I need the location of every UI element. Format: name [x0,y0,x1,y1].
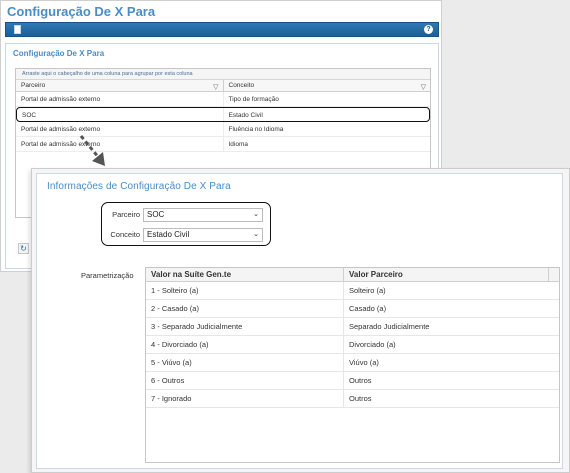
column-header-parceiro[interactable]: Parceiro ▽ [16,80,224,91]
conceito-label: Conceito [110,230,140,239]
table-row[interactable]: 6 - Outros Outros [146,372,559,390]
arrow-icon [79,135,105,166]
table-row[interactable]: 1 - Solteiro (a) Solteiro (a) [146,282,559,300]
dialog-body: Informações de Configuração De X Para Pa… [36,173,563,469]
table-row[interactable]: 3 - Separado Judicialmente Separado Judi… [146,318,559,336]
table-header: Valor na Suíte Gen.te Valor Parceiro [146,268,559,282]
table-row[interactable]: 4 - Divorciado (a) Divorciado (a) [146,336,559,354]
grid-header: Parceiro ▽ Conceito ▽ [16,80,430,92]
column-header-valor-suite[interactable]: Valor na Suíte Gen.te [146,268,344,281]
document-icon[interactable] [14,25,21,34]
app-title: Configuração De X Para [7,4,156,19]
chevron-down-icon: ⌄ [253,231,259,238]
conceito-select[interactable]: Estado Civil ⌄ [143,228,263,242]
table-row[interactable]: 2 - Casado (a) Casado (a) [146,300,559,318]
filter-icon[interactable]: ▽ [213,82,218,94]
table-row-selected[interactable]: SOC Estado Civil [16,107,430,122]
panel-title: Configuração De X Para [13,49,105,58]
parametrizacao-label: Parametrização [81,271,134,280]
dialog-title: Informações de Configuração De X Para [47,181,231,192]
table-row[interactable]: 7 - Ignorado Outros [146,390,559,408]
toolbar: ? [5,22,439,37]
parametrization-table: Valor na Suíte Gen.te Valor Parceiro 1 -… [145,267,560,463]
help-icon[interactable]: ? [424,25,433,34]
config-dialog: Informações de Configuração De X Para Pa… [31,168,570,473]
chevron-down-icon: ⌄ [253,211,259,218]
table-row[interactable]: 5 - Viúvo (a) Viúvo (a) [146,354,559,372]
parceiro-select[interactable]: SOC ⌄ [143,208,263,222]
table-row[interactable]: Portal de admissão externo Tipo de forma… [16,92,430,107]
parceiro-label: Parceiro [112,210,140,219]
refresh-icon[interactable]: ↻ [18,243,29,254]
group-by-hint[interactable]: Arraste aqui o cabeçalho de uma coluna p… [16,69,430,80]
column-header-conceito[interactable]: Conceito ▽ [224,80,431,91]
filter-icon[interactable]: ▽ [421,82,426,94]
column-header-valor-parceiro[interactable]: Valor Parceiro [344,268,549,281]
